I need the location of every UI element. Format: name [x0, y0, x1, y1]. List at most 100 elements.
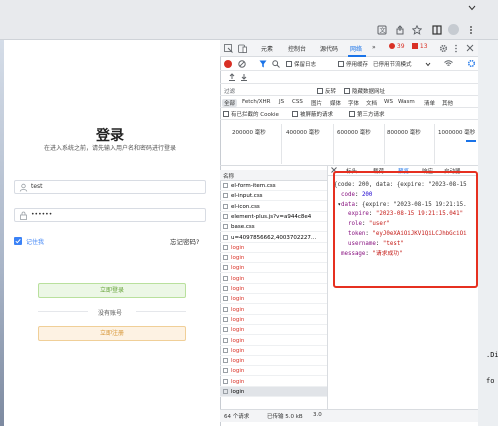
tab-elements[interactable]: 元素 [261, 44, 273, 53]
preserve-log-label: 保留日志 [294, 62, 317, 68]
type-filter-manifest[interactable]: 清单 [424, 99, 435, 107]
type-filter-all[interactable]: 全部 [222, 99, 238, 107]
request-row[interactable]: login [220, 274, 327, 284]
devtools-settings-icon[interactable] [439, 44, 448, 53]
register-button[interactable]: 立即注册 [38, 326, 186, 341]
type-filter-js[interactable]: JS [279, 99, 284, 105]
file-icon [223, 389, 228, 394]
hide-data-urls-checkbox[interactable] [344, 88, 350, 94]
background-window [478, 40, 498, 426]
request-row[interactable]: login [220, 253, 327, 264]
tab-dropdown-icon[interactable] [468, 4, 476, 12]
request-row[interactable]: login [220, 336, 327, 346]
tab-network[interactable]: 网络 [350, 44, 362, 53]
file-icon [223, 316, 228, 322]
status-extra: 3.0 [313, 412, 322, 418]
request-name: login [231, 286, 245, 292]
clear-icon[interactable] [238, 60, 246, 68]
wifi-icon[interactable] [444, 59, 453, 68]
request-row[interactable]: login [220, 284, 327, 294]
background-text-2: fo [486, 377, 495, 385]
close-devtools-icon[interactable] [466, 44, 474, 52]
type-filter-wasm[interactable]: Wasm [398, 99, 415, 105]
type-filter-doc[interactable]: 文档 [366, 99, 377, 107]
request-row[interactable]: login [220, 346, 327, 356]
timeline-divider [281, 124, 282, 164]
blocked-cookies-checkbox[interactable] [223, 111, 229, 117]
inspect-element-icon[interactable] [224, 44, 233, 53]
more-tabs[interactable]: » [372, 44, 376, 51]
invert-checkbox[interactable] [317, 88, 323, 94]
status-bar [220, 409, 478, 422]
warning-badge[interactable]: 13 [412, 43, 428, 53]
login-button[interactable]: 立即登录 [38, 283, 186, 298]
request-row[interactable]: el-form-item.css [220, 181, 327, 191]
type-filter-media[interactable]: 媒体 [330, 99, 341, 107]
record-icon[interactable] [224, 60, 232, 68]
page-subtitle: 在进入系统之前，请先输入用户名和密码进行登录 [43, 145, 176, 152]
remember-label[interactable]: 记住我 [26, 237, 44, 246]
hide-data-urls-label: 隐藏数据网址 [352, 89, 386, 95]
devtools-menu-icon[interactable] [454, 44, 458, 53]
request-row[interactable]: base.css [220, 222, 327, 233]
file-icon [223, 327, 228, 333]
request-row[interactable]: el-input.css [220, 191, 327, 202]
type-filter-images[interactable]: 图片 [311, 99, 322, 107]
user-icon [19, 183, 28, 192]
request-row[interactable]: login [220, 315, 327, 325]
list-splitter[interactable] [327, 166, 328, 416]
type-filter-fetch[interactable]: Fetch/XHR [242, 99, 271, 105]
request-row[interactable]: login [220, 294, 327, 305]
third-party-label: 第三方请求 [357, 112, 385, 118]
timeline-overview[interactable] [220, 120, 478, 166]
profile-avatar[interactable] [448, 24, 459, 35]
type-filter-font[interactable]: 字体 [348, 99, 359, 107]
request-row[interactable]: el-icon.css [220, 202, 327, 212]
error-count: 39 [396, 43, 405, 50]
upload-icon[interactable] [228, 73, 236, 81]
sidebar-icon[interactable] [432, 25, 442, 35]
request-row[interactable]: login [220, 366, 327, 377]
username-field[interactable]: test [14, 180, 206, 194]
disable-cache-checkbox[interactable] [338, 61, 344, 67]
type-filter-css[interactable]: CSS [292, 99, 303, 105]
request-row[interactable]: element-plus.js?v=a944c8e4 [220, 212, 327, 222]
type-filter-ws[interactable]: WS [384, 99, 393, 105]
search-icon[interactable] [272, 60, 280, 68]
filter-input[interactable]: 过滤 [224, 87, 314, 95]
device-toolbar-icon[interactable] [238, 44, 247, 53]
browser-menu-icon[interactable] [468, 25, 474, 35]
type-filter-other[interactable]: 其他 [442, 99, 453, 107]
tab-console[interactable]: 控制台 [288, 44, 306, 53]
request-row[interactable]: login [220, 263, 327, 274]
remember-checkbox[interactable] [14, 237, 22, 245]
translate-icon[interactable]: 文 [377, 25, 387, 35]
share-icon[interactable] [395, 25, 405, 35]
preserve-log-checkbox[interactable] [286, 61, 292, 67]
file-icon [223, 244, 228, 250]
error-badge[interactable]: 39 [389, 43, 405, 53]
bookmark-star-icon[interactable] [412, 25, 422, 35]
blocked-requests-checkbox[interactable] [292, 111, 298, 117]
throttle-select[interactable]: 已停用节流模式 [373, 60, 412, 68]
third-party-checkbox[interactable] [349, 111, 355, 117]
file-icon [223, 193, 228, 199]
request-row[interactable]: login [220, 356, 327, 367]
request-row[interactable]: login [220, 243, 327, 253]
request-name: login [231, 244, 245, 251]
tab-sources[interactable]: 源代码 [320, 44, 338, 53]
request-row[interactable]: login [220, 377, 327, 387]
network-settings-icon[interactable] [467, 59, 476, 68]
request-name: login [231, 275, 245, 282]
forgot-password-link[interactable]: 忘记密码? [170, 236, 199, 246]
filter-icon[interactable] [259, 60, 267, 68]
request-row[interactable]: login [220, 387, 327, 397]
download-icon[interactable] [240, 73, 248, 81]
request-row[interactable]: login [220, 325, 327, 336]
request-row[interactable]: u=4097856662,4003702227… [220, 233, 327, 243]
password-field[interactable]: •••••• [14, 208, 206, 222]
page-edge-decoration [0, 40, 4, 426]
request-row[interactable]: login [220, 305, 327, 315]
name-column-header[interactable]: 名称 [223, 172, 234, 180]
file-icon [223, 183, 228, 188]
